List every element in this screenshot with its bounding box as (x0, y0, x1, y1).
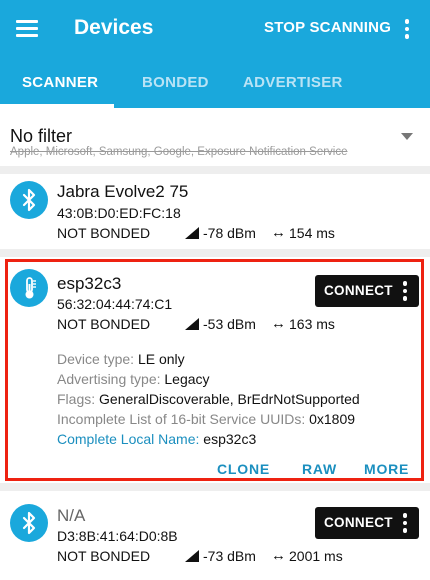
overflow-menu-icon[interactable] (398, 14, 416, 44)
signal-strength-icon (185, 318, 199, 330)
advertising-interval: 163 ms (289, 316, 335, 332)
detail-label: Flags: (57, 391, 100, 407)
interval-arrows-icon: ↔ (271, 315, 286, 332)
bluetooth-icon (10, 504, 48, 542)
detail-label: Device type: (57, 351, 138, 367)
interval-arrows-icon: ↔ (271, 224, 286, 241)
menu-icon[interactable] (16, 18, 40, 40)
filter-dropdown-icon[interactable] (401, 133, 413, 140)
divider (0, 166, 430, 174)
detail-label: Incomplete List of 16-bit Service UUIDs: (57, 411, 310, 427)
clone-button[interactable]: CLONE (217, 461, 270, 477)
detail-value: esp32c3 (203, 431, 257, 447)
device-mac: D3:8B:41:64:D0:8B (57, 528, 178, 544)
tab-scanner[interactable]: SCANNER (22, 74, 98, 91)
tab-bonded[interactable]: BONDED (142, 74, 209, 91)
interval-arrows-icon: ↔ (271, 547, 286, 564)
advertising-type-row: Advertising type: Legacy (57, 371, 210, 387)
detail-value: LE only (137, 351, 185, 367)
bond-status: NOT BONDED (57, 225, 151, 241)
more-options-icon[interactable] (401, 513, 409, 533)
bond-status: NOT BONDED (57, 548, 151, 564)
detail-label[interactable]: Complete Local Name: (57, 431, 203, 447)
device-type-row: Device type: LE only (57, 351, 185, 367)
connect-label: CONNECT (324, 515, 393, 530)
tab-advertiser[interactable]: ADVERTISER (243, 74, 343, 91)
divider (0, 483, 430, 491)
advertising-interval: 154 ms (289, 225, 335, 241)
more-options-icon[interactable] (401, 281, 409, 301)
more-button[interactable]: MORE (364, 461, 409, 477)
local-name-row[interactable]: Complete Local Name: esp32c3 (57, 431, 256, 447)
filter-title[interactable]: No filter (10, 126, 72, 147)
detail-value: Legacy (164, 371, 210, 387)
signal-strength-icon (185, 550, 199, 562)
service-uuids-row: Incomplete List of 16-bit Service UUIDs:… (57, 411, 355, 427)
device-name: N/A (57, 506, 86, 525)
detail-label: Advertising type: (57, 371, 165, 387)
app-bar: Devices STOP SCANNING SCANNER BONDED ADV… (0, 0, 430, 108)
device-name: Jabra Evolve2 75 (57, 182, 189, 201)
advertising-interval: 2001 ms (289, 548, 343, 564)
connect-button[interactable]: CONNECT (315, 507, 419, 539)
divider (0, 249, 430, 257)
rssi-value: -73 dBm (203, 548, 256, 564)
raw-button[interactable]: RAW (302, 461, 337, 477)
stop-scanning-button[interactable]: STOP SCANNING (264, 19, 391, 36)
rssi-value: -78 dBm (203, 225, 256, 241)
device-name: esp32c3 (57, 274, 122, 293)
device-mac: 56:32:04:44:74:C1 (57, 296, 173, 312)
device-mac: 43:0B:D0:ED:FC:18 (57, 205, 181, 221)
filter-subtitle: Apple, Microsoft, Samsung, Google, Expos… (10, 146, 348, 158)
flags-row: Flags: GeneralDiscoverable, BrEdrNotSupp… (57, 391, 360, 407)
detail-value: 0x1809 (309, 411, 356, 427)
connect-button[interactable]: CONNECT (315, 275, 419, 307)
rssi-value: -53 dBm (203, 316, 256, 332)
bond-status: NOT BONDED (57, 316, 151, 332)
page-title: Devices (74, 16, 154, 39)
connect-label: CONNECT (324, 283, 393, 298)
thermometer-icon (10, 269, 48, 307)
detail-value: GeneralDiscoverable, BrEdrNotSupported (99, 391, 360, 407)
signal-strength-icon (185, 227, 199, 239)
active-tab-indicator (0, 104, 114, 108)
bluetooth-icon (10, 181, 48, 219)
